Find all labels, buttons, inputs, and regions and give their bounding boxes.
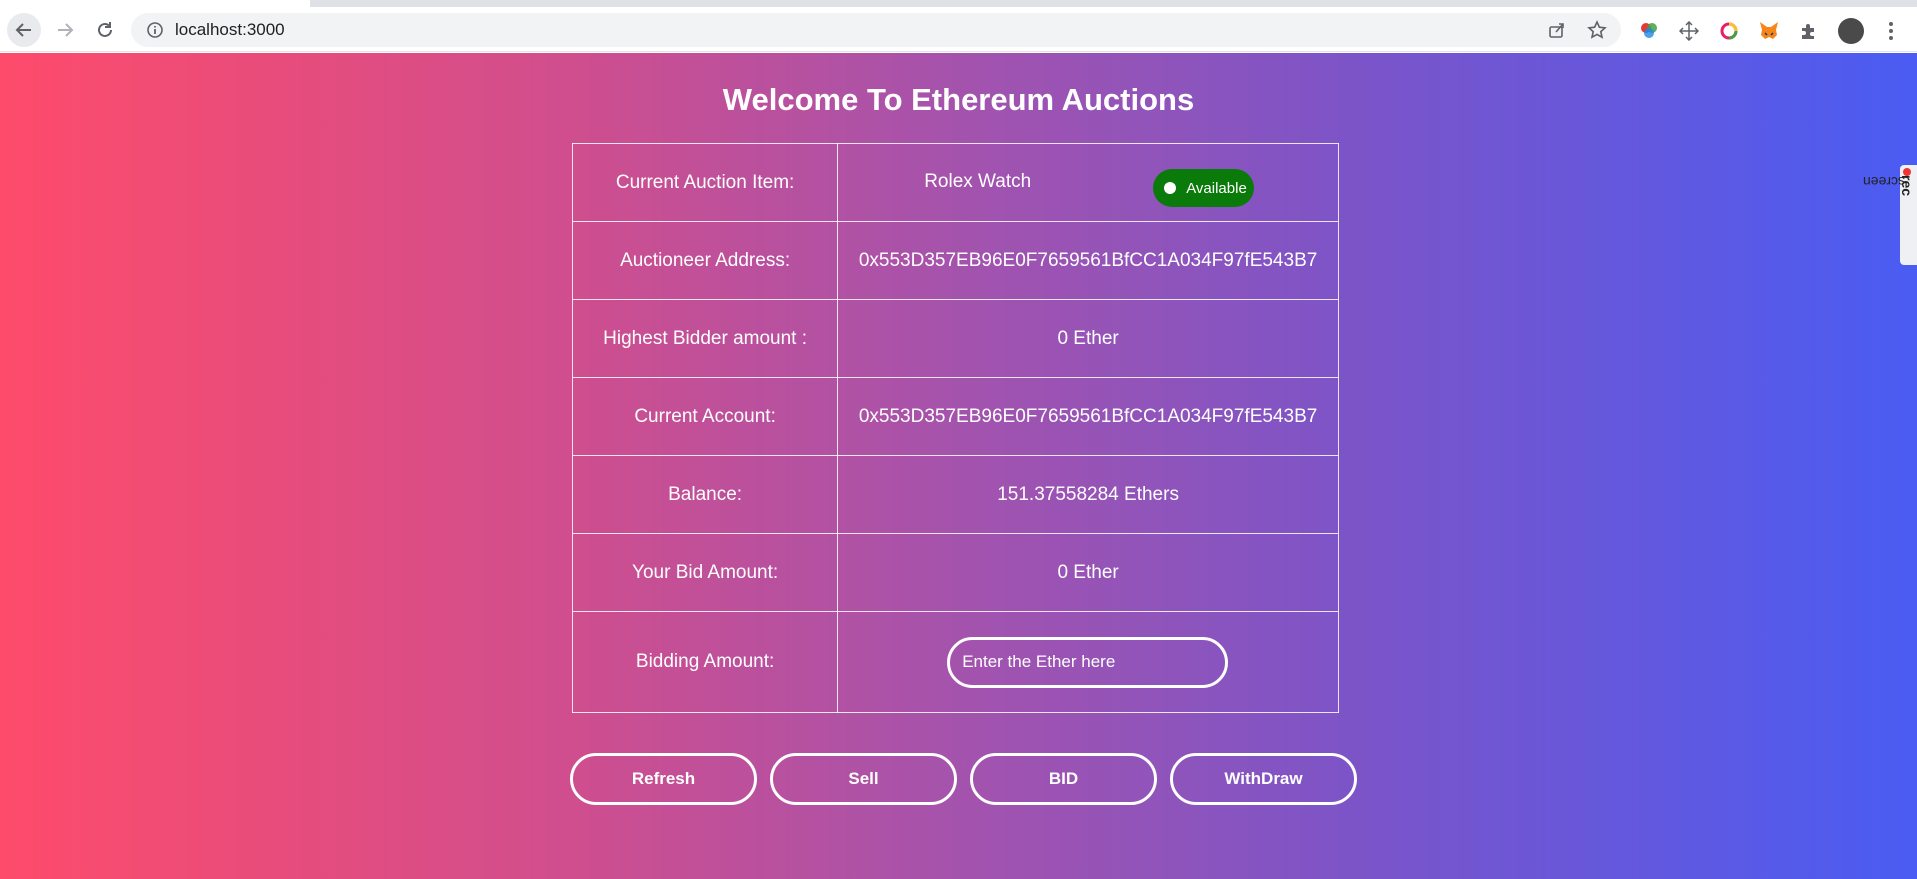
auction-item-cell: Rolex Watch Available: [837, 143, 1339, 222]
table-row: Auctioneer Address: 0x553D357EB96E0F7659…: [571, 221, 1339, 300]
share-icon[interactable]: [1548, 21, 1566, 39]
screenrec-label: screen rec: [1862, 174, 1915, 197]
row-label: Your Bid Amount:: [571, 533, 839, 612]
withdraw-button[interactable]: WithDraw: [1170, 753, 1357, 805]
browser-menu-icon[interactable]: [1880, 20, 1902, 42]
table-row: Bidding Amount:: [571, 611, 1339, 713]
back-button[interactable]: [7, 13, 41, 47]
active-tab[interactable]: [0, 0, 310, 7]
row-label: Current Auction Item:: [571, 143, 839, 222]
address-bar[interactable]: localhost:3000: [131, 13, 1621, 47]
table-row: Current Account: 0x553D357EB96E0F7659561…: [571, 377, 1339, 456]
tab-strip: [0, 0, 1917, 7]
auctioneer-address: 0x553D357EB96E0F7659561BfCC1A034F97fE543…: [837, 221, 1339, 300]
reload-button[interactable]: [88, 13, 122, 47]
info-icon[interactable]: [146, 21, 164, 39]
auction-page: Welcome To Ethereum Auctions Current Auc…: [0, 53, 1917, 879]
reload-icon: [98, 22, 112, 37]
screenrec-tab[interactable]: screen rec: [1862, 165, 1917, 265]
your-bid-amount: 0 Ether: [837, 533, 1339, 612]
highest-bid-amount: 0 Ether: [837, 299, 1339, 378]
bid-button[interactable]: BID: [970, 753, 1157, 805]
auction-info-table: Current Auction Item: Rolex Watch Availa…: [571, 143, 1339, 713]
forward-button[interactable]: [48, 13, 82, 47]
ring-extension-icon[interactable]: [1718, 20, 1740, 42]
balance-value: 151.37558284 Ethers: [837, 455, 1339, 534]
status-dot-icon: [1164, 182, 1177, 194]
row-label: Current Account:: [571, 377, 839, 456]
bookmark-star-icon[interactable]: [1587, 20, 1607, 40]
url-text[interactable]: localhost:3000: [175, 21, 285, 39]
table-row: Balance: 151.37558284 Ethers: [571, 455, 1339, 534]
sell-button[interactable]: Sell: [770, 753, 957, 805]
browser-toolbar: localhost:3000: [0, 7, 1917, 52]
refresh-button[interactable]: Refresh: [570, 753, 757, 805]
table-row: Current Auction Item: Rolex Watch Availa…: [571, 143, 1339, 222]
table-row: Highest Bidder amount : 0 Ether: [571, 299, 1339, 378]
extensions-puzzle-icon[interactable]: [1798, 20, 1820, 42]
row-label: Balance:: [571, 455, 839, 534]
profile-avatar[interactable]: [1838, 18, 1864, 44]
current-account-address: 0x553D357EB96E0F7659561BfCC1A034F97fE543…: [837, 377, 1339, 456]
move-cross-extension-icon[interactable]: [1678, 20, 1700, 42]
arrow-right-icon: [58, 23, 74, 37]
bid-amount-input[interactable]: [947, 636, 1229, 688]
color-wheel-extension-icon[interactable]: [1638, 20, 1660, 42]
auction-item-name: Rolex Watch: [924, 171, 1032, 192]
table-row: Your Bid Amount: 0 Ether: [571, 533, 1339, 612]
bidding-amount-cell: [837, 611, 1339, 713]
arrow-left-icon: [15, 23, 31, 37]
page-title: Welcome To Ethereum Auctions: [722, 82, 1195, 117]
row-label: Auctioneer Address:: [571, 221, 839, 300]
row-label: Bidding Amount:: [571, 611, 839, 713]
status-badge-label: Available: [1186, 179, 1247, 197]
status-badge: Available: [1153, 169, 1255, 207]
row-label: Highest Bidder amount :: [571, 299, 839, 378]
metamask-fox-icon[interactable]: [1758, 20, 1780, 42]
